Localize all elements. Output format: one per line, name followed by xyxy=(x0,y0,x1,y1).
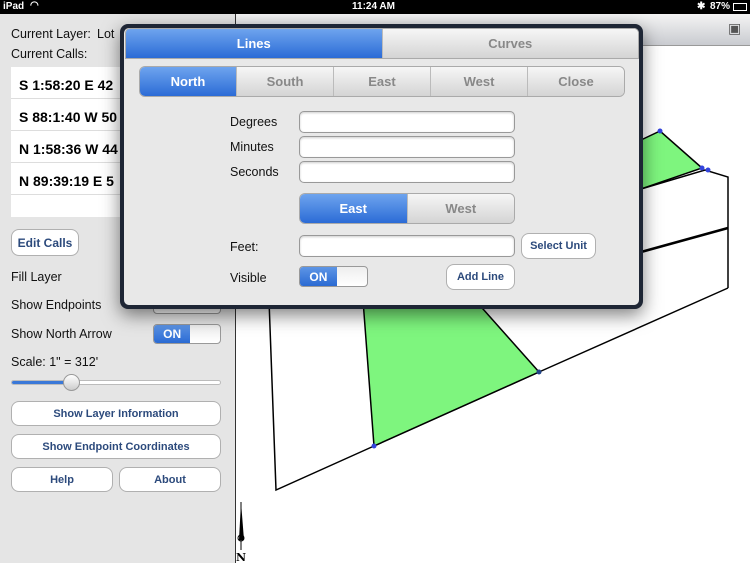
endpoint[interactable] xyxy=(657,128,663,134)
seconds-input[interactable] xyxy=(299,161,515,183)
toggle-on-label: ON xyxy=(300,267,337,286)
endpoint[interactable] xyxy=(371,443,377,449)
visible-label: Visible xyxy=(230,271,267,285)
select-unit-button[interactable]: Select Unit xyxy=(521,233,596,259)
endpoint[interactable] xyxy=(705,167,711,173)
direction-west[interactable]: West xyxy=(430,67,527,96)
ew-west[interactable]: West xyxy=(406,194,514,223)
direction-segmented-control[interactable]: North South East West Close xyxy=(139,66,625,97)
minutes-input[interactable] xyxy=(299,136,515,158)
direction-north[interactable]: North xyxy=(140,67,236,96)
direction-east[interactable]: East xyxy=(333,67,430,96)
ew-east[interactable]: East xyxy=(300,194,407,223)
direction-south[interactable]: South xyxy=(236,67,333,96)
tab-lines[interactable]: Lines xyxy=(126,29,382,58)
endpoint[interactable] xyxy=(699,165,705,171)
endpoint[interactable] xyxy=(536,369,542,375)
north-arrow-icon xyxy=(237,502,245,550)
degrees-label: Degrees xyxy=(230,115,278,129)
add-call-popover: Lines Curves North South East West Close… xyxy=(120,24,643,309)
add-line-button[interactable]: Add Line xyxy=(446,264,515,290)
feet-label: Feet: xyxy=(230,240,259,254)
popover-content: Lines Curves North South East West Close… xyxy=(124,28,639,305)
north-label: N xyxy=(236,551,246,563)
lines-curves-tabs[interactable]: Lines Curves xyxy=(125,28,639,59)
tab-curves[interactable]: Curves xyxy=(381,29,638,58)
seconds-label: Seconds xyxy=(230,165,279,179)
visible-toggle[interactable]: ON xyxy=(299,266,368,287)
feet-input[interactable] xyxy=(299,235,515,257)
direction-close[interactable]: Close xyxy=(527,67,624,96)
east-west-segmented-control[interactable]: East West xyxy=(299,193,515,224)
lot-polygon xyxy=(362,299,541,448)
parcel-line xyxy=(640,169,729,288)
degrees-input[interactable] xyxy=(299,111,515,133)
minutes-label: Minutes xyxy=(230,140,274,154)
parcel-line xyxy=(640,226,729,254)
